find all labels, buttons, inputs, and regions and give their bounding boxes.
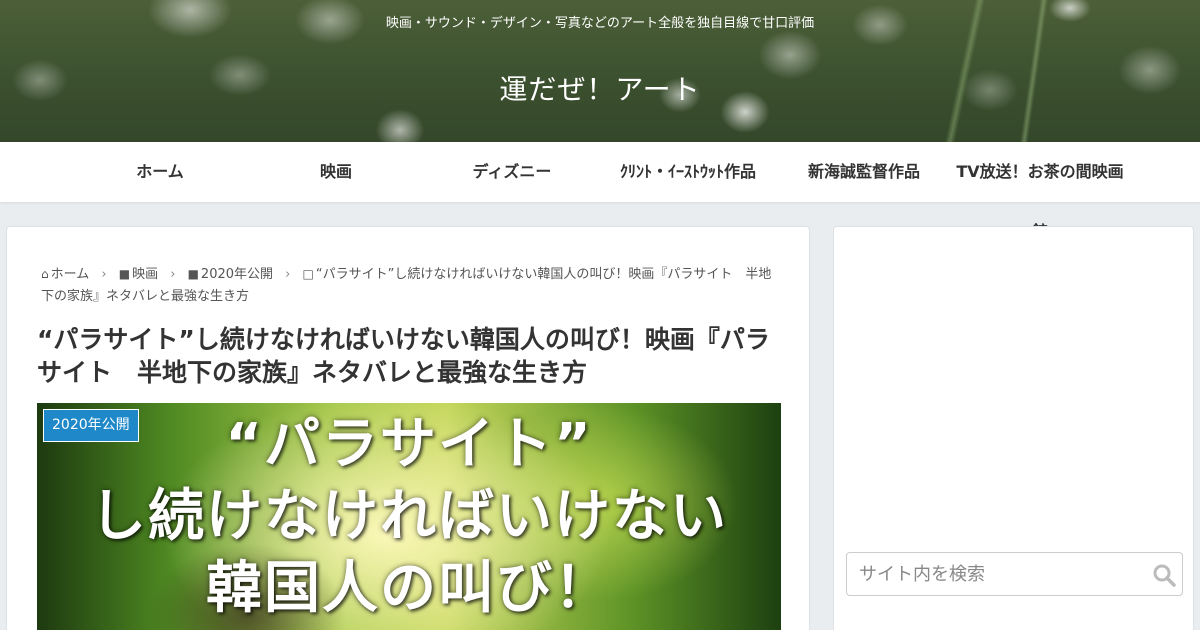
sidebar: [833, 226, 1194, 630]
nav-item-tv-cinema-line1: TV放送！お茶の間映画: [956, 162, 1124, 181]
nav-item-shinkai[interactable]: 新海誠監督作品: [776, 142, 952, 202]
site-tagline: 映画・サウンド・デザイン・写真などのアート全般を独自目線で甘口評価: [385, 16, 815, 31]
breadcrumb-category-2020[interactable]: 2020年公開: [201, 267, 273, 282]
site-title[interactable]: 運だぜ！アート: [0, 68, 1200, 108]
chevron-right-icon: ›: [170, 267, 176, 282]
folder-icon: ■: [187, 267, 199, 281]
breadcrumb-home[interactable]: ホーム: [51, 267, 90, 282]
eyecatch-text: “パラサイト” し続けなければいけない 韓国人の叫び！: [37, 409, 781, 625]
breadcrumb-category-movie[interactable]: 映画: [132, 267, 158, 282]
search-icon[interactable]: [1152, 563, 1176, 587]
nav-item-clint-eastwood[interactable]: ｸﾘﾝﾄ・ｲｰｽﾄｳｯﾄ作品: [600, 142, 776, 202]
eyecatch-image: “パラサイト” し続けなければいけない 韓国人の叫び！ 2020年公開: [37, 403, 781, 630]
nav-item-home[interactable]: ホーム: [72, 142, 248, 202]
eyecatch-text-line: “パラサイト”: [225, 412, 593, 477]
nav-item-tv-cinema[interactable]: TV放送！お茶の間映画 館: [952, 142, 1128, 241]
nav-item-disney[interactable]: ディズニー: [424, 142, 600, 202]
chevron-right-icon: ›: [101, 267, 107, 282]
eyecatch-text-line: し続けなければいけない: [90, 484, 728, 549]
search-box: [846, 552, 1183, 596]
site-header: 映画・サウンド・デザイン・写真などのアート全般を独自目線で甘口評価 運だぜ！アー…: [0, 0, 1200, 142]
file-icon: □: [302, 267, 314, 281]
search-input[interactable]: [847, 553, 1147, 595]
category-badge[interactable]: 2020年公開: [43, 409, 139, 442]
post-title: “パラサイト”し続けなければいけない韓国人の叫び！映画『パラサイト 半地下の家族…: [37, 325, 770, 387]
chevron-right-icon: ›: [285, 267, 291, 282]
folder-icon: ■: [118, 267, 131, 281]
eyecatch-text-line: 韓国人の叫び！: [206, 556, 612, 621]
nav-item-movie[interactable]: 映画: [248, 142, 424, 202]
breadcrumb: ⌂ ホーム › ■ 映画 › ■ 2020年公開 › □ “パラサイト”し続けなければい…: [41, 263, 781, 308]
global-nav: ホーム 映画 ディズニー ｸﾘﾝﾄ・ｲｰｽﾄｳｯﾄ作品 新海誠監督作品 TV放送…: [0, 142, 1200, 241]
main-content: ⌂ ホーム › ■ 映画 › ■ 2020年公開 › □ “パラサイト”し続けなければい…: [6, 226, 810, 630]
home-icon: ⌂: [41, 267, 49, 281]
